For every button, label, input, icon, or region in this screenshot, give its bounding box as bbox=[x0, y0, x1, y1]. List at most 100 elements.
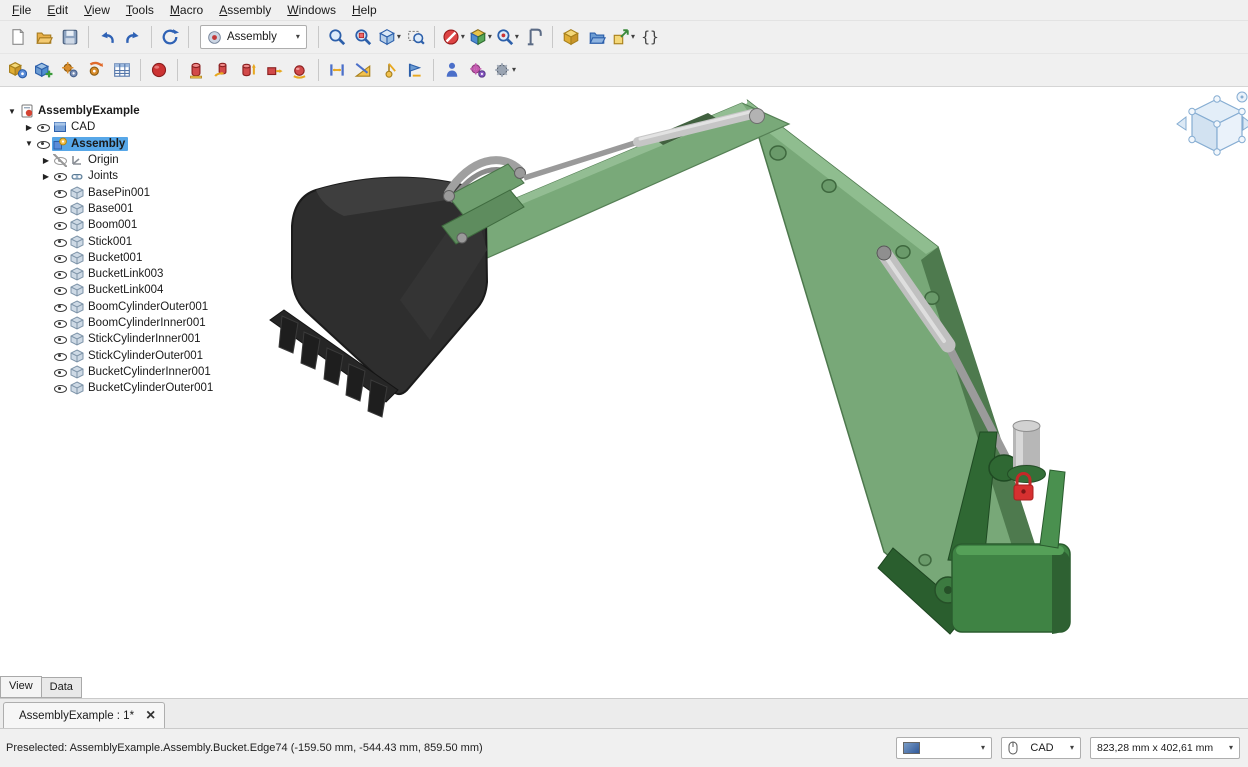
create-part-button[interactable] bbox=[558, 24, 584, 50]
make-link-button[interactable]: ▾ bbox=[610, 24, 637, 50]
visibility-eye-icon[interactable] bbox=[53, 284, 67, 297]
view-isometric-button[interactable]: ▾ bbox=[376, 24, 403, 50]
tree-item-BoomCylinderOuter001[interactable]: BoomCylinderOuter001 bbox=[0, 299, 240, 315]
measure-button[interactable] bbox=[521, 24, 547, 50]
constraint-limits-button[interactable] bbox=[402, 57, 428, 83]
tree-item-AssemblyExample[interactable]: ▼AssemblyExample bbox=[0, 103, 240, 119]
tree-item-Joints[interactable]: ▶ Joints bbox=[0, 168, 240, 184]
tree-item-Bucket001[interactable]: Bucket001 bbox=[0, 250, 240, 266]
tree-item-content: BucketCylinderOuter001 bbox=[69, 381, 216, 395]
tree-item-Origin[interactable]: ▶Origin bbox=[0, 152, 240, 168]
visibility-eye-icon[interactable] bbox=[53, 349, 67, 362]
refresh-button[interactable] bbox=[157, 24, 183, 50]
visibility-eye-icon[interactable] bbox=[36, 137, 50, 150]
tree-item-label: StickCylinderInner001 bbox=[88, 333, 201, 345]
toolbar-separator bbox=[434, 26, 435, 48]
fit-selection-button[interactable] bbox=[350, 24, 376, 50]
create-assembly-button[interactable] bbox=[5, 57, 31, 83]
flexible-assembly-button[interactable] bbox=[83, 57, 109, 83]
undo-button[interactable] bbox=[94, 24, 120, 50]
insert-component-button[interactable] bbox=[31, 57, 57, 83]
tree-item-Base001[interactable]: Base001 bbox=[0, 201, 240, 217]
fit-all-button[interactable] bbox=[324, 24, 350, 50]
tree-item-BoomCylinderInner001[interactable]: BoomCylinderInner001 bbox=[0, 315, 240, 331]
tab-view[interactable]: View bbox=[0, 676, 42, 698]
bom-table-button[interactable] bbox=[109, 57, 135, 83]
tree-collapsed-arrow-icon[interactable]: ▶ bbox=[39, 156, 53, 165]
tree-item-content: Joints bbox=[69, 169, 121, 183]
toggle-grounded-button[interactable] bbox=[146, 57, 172, 83]
navigation-style-selector[interactable]: CAD ▾ bbox=[1001, 737, 1081, 759]
solve-assembly-button[interactable] bbox=[57, 57, 83, 83]
tree-item-StickCylinderInner001[interactable]: StickCylinderInner001 bbox=[0, 331, 240, 347]
tree-collapsed-arrow-icon[interactable]: ▶ bbox=[22, 123, 36, 132]
tree-item-Assembly[interactable]: ▼Assembly bbox=[0, 136, 240, 152]
tree-item-BucketCylinderInner001[interactable]: BucketCylinderInner001 bbox=[0, 364, 240, 380]
visibility-eye-icon[interactable] bbox=[53, 365, 67, 378]
tree-item-StickCylinderOuter001[interactable]: StickCylinderOuter001 bbox=[0, 347, 240, 363]
visibility-eye-icon[interactable] bbox=[53, 268, 67, 281]
visibility-eye-icon[interactable] bbox=[53, 170, 67, 183]
bucket[interactable] bbox=[270, 178, 487, 417]
visibility-eye-icon[interactable] bbox=[53, 317, 67, 330]
create-assembly-icon bbox=[9, 61, 27, 79]
menu-tools[interactable]: Tools bbox=[118, 1, 162, 19]
draw-style-button[interactable]: ▾ bbox=[440, 24, 467, 50]
document-tab[interactable]: AssemblyExample : 1* × bbox=[3, 702, 165, 728]
menu-assembly[interactable]: Assembly bbox=[211, 1, 279, 19]
menu-edit[interactable]: Edit bbox=[39, 1, 76, 19]
tree-collapsed-arrow-icon[interactable]: ▶ bbox=[39, 172, 53, 181]
menu-macro[interactable]: Macro bbox=[162, 1, 211, 19]
visibility-eye-icon[interactable] bbox=[36, 121, 50, 134]
tab-data[interactable]: Data bbox=[42, 677, 82, 698]
joint-cylindrical-button[interactable] bbox=[235, 57, 261, 83]
joint-revolute-button[interactable] bbox=[209, 57, 235, 83]
menu-windows[interactable]: Windows bbox=[279, 1, 344, 19]
expression-editor-button[interactable] bbox=[637, 24, 663, 50]
visibility-eye-icon[interactable] bbox=[53, 333, 67, 346]
render-style-selector[interactable]: ▾ bbox=[896, 737, 992, 759]
visibility-eye-icon[interactable] bbox=[53, 251, 67, 264]
tree-item-BucketLink003[interactable]: BucketLink003 bbox=[0, 266, 240, 282]
create-group-button[interactable] bbox=[584, 24, 610, 50]
zoom-tools-button[interactable]: ▾ bbox=[494, 24, 521, 50]
tree-expanded-arrow-icon[interactable]: ▼ bbox=[22, 139, 36, 148]
boom-top-pin[interactable] bbox=[750, 109, 765, 124]
workbench-selector[interactable]: Assembly ▾ bbox=[200, 25, 307, 49]
new-document-button[interactable] bbox=[5, 24, 31, 50]
visibility-off-eye-icon[interactable] bbox=[53, 154, 67, 167]
tree-item-CAD[interactable]: ▶CAD bbox=[0, 119, 240, 135]
menu-help[interactable]: Help bbox=[344, 1, 385, 19]
tree-item-BucketCylinderOuter001[interactable]: BucketCylinderOuter001 bbox=[0, 380, 240, 396]
constraint-angle-button[interactable] bbox=[376, 57, 402, 83]
constraint-parallel-button[interactable] bbox=[350, 57, 376, 83]
appearance-cube-button[interactable]: ▾ bbox=[467, 24, 494, 50]
assembly-options-button[interactable]: ▾ bbox=[491, 57, 518, 83]
joint-slider-button[interactable] bbox=[261, 57, 287, 83]
exploded-view-button[interactable] bbox=[439, 57, 465, 83]
view-zoom-box-button[interactable] bbox=[403, 24, 429, 50]
tree-item-BucketLink004[interactable]: BucketLink004 bbox=[0, 282, 240, 298]
visibility-eye-icon[interactable] bbox=[53, 382, 67, 395]
open-document-button[interactable] bbox=[31, 24, 57, 50]
tree-item-Stick001[interactable]: Stick001 bbox=[0, 233, 240, 249]
visibility-eye-icon[interactable] bbox=[53, 219, 67, 232]
redo-button[interactable] bbox=[120, 24, 146, 50]
save-document-button[interactable] bbox=[57, 24, 83, 50]
visibility-eye-icon[interactable] bbox=[53, 235, 67, 248]
visibility-eye-icon[interactable] bbox=[53, 300, 67, 313]
joint-ball-button[interactable] bbox=[287, 57, 313, 83]
menu-view[interactable]: View bbox=[76, 1, 118, 19]
navigation-cube[interactable] bbox=[1177, 92, 1248, 155]
tree-expanded-arrow-icon[interactable]: ▼ bbox=[5, 107, 19, 116]
viewport-size-selector[interactable]: 823,28 mm x 402,61 mm ▾ bbox=[1090, 737, 1240, 759]
visibility-eye-icon[interactable] bbox=[53, 186, 67, 199]
visibility-eye-icon[interactable] bbox=[53, 202, 67, 215]
joint-fixed-button[interactable] bbox=[183, 57, 209, 83]
tree-item-Boom001[interactable]: Boom001 bbox=[0, 217, 240, 233]
constraint-distance-button[interactable] bbox=[324, 57, 350, 83]
menu-file[interactable]: File bbox=[4, 1, 39, 19]
simulation-button[interactable] bbox=[465, 57, 491, 83]
tree-item-BasePin001[interactable]: BasePin001 bbox=[0, 184, 240, 200]
close-tab-icon[interactable]: × bbox=[146, 708, 155, 724]
